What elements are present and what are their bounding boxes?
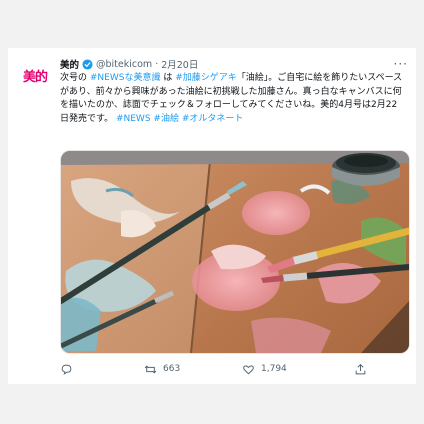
hashtag-link[interactable]: #NEWS (116, 114, 151, 124)
handle[interactable]: @bitekicom (96, 59, 152, 70)
avatar-logo: 美的 (22, 69, 48, 85)
hashtag-link[interactable]: #NEWSな美意識 (90, 73, 161, 83)
display-name[interactable]: 美的 (60, 57, 79, 71)
hashtag-link[interactable]: #加藤シゲアキ (175, 73, 237, 83)
tweet-card: 美的 美的 @bitekicom · 2月20日 ··· 次号の #NEWSな美… (8, 48, 416, 384)
reply-button[interactable] (60, 363, 144, 376)
tweet-text: 次号の #NEWSな美意識 は #加藤シゲアキ「油絵」。ご自宅に絵を飾りたいスペ… (60, 72, 406, 126)
tweet-photo[interactable] (60, 150, 410, 354)
hashtag-link[interactable]: #油絵 (153, 114, 179, 124)
like-count: 1,794 (261, 364, 287, 374)
tweet-header: 美的 @bitekicom · 2月20日 ··· (60, 56, 408, 72)
oil-painting-photo (61, 151, 409, 353)
retweet-count: 663 (163, 364, 181, 374)
more-icon[interactable]: ··· (394, 57, 408, 71)
like-icon (243, 364, 254, 375)
retweet-icon (144, 365, 157, 373)
retweet-button[interactable]: 663 (144, 363, 242, 376)
tweet-date[interactable]: 2月20日 (161, 57, 198, 71)
separator-dot: · (155, 58, 159, 70)
text-segment: は (160, 73, 176, 83)
verified-badge-icon (82, 58, 93, 70)
share-button[interactable] (354, 363, 373, 376)
reply-icon (61, 364, 72, 375)
text-segment: 次号の (60, 73, 90, 83)
like-button[interactable]: 1,794 (242, 363, 354, 376)
hashtag-link[interactable]: #オルタネート (182, 114, 244, 124)
tweet-actions: 663 1,794 (60, 360, 408, 378)
avatar[interactable]: 美的 (18, 58, 52, 92)
share-icon (355, 363, 366, 374)
